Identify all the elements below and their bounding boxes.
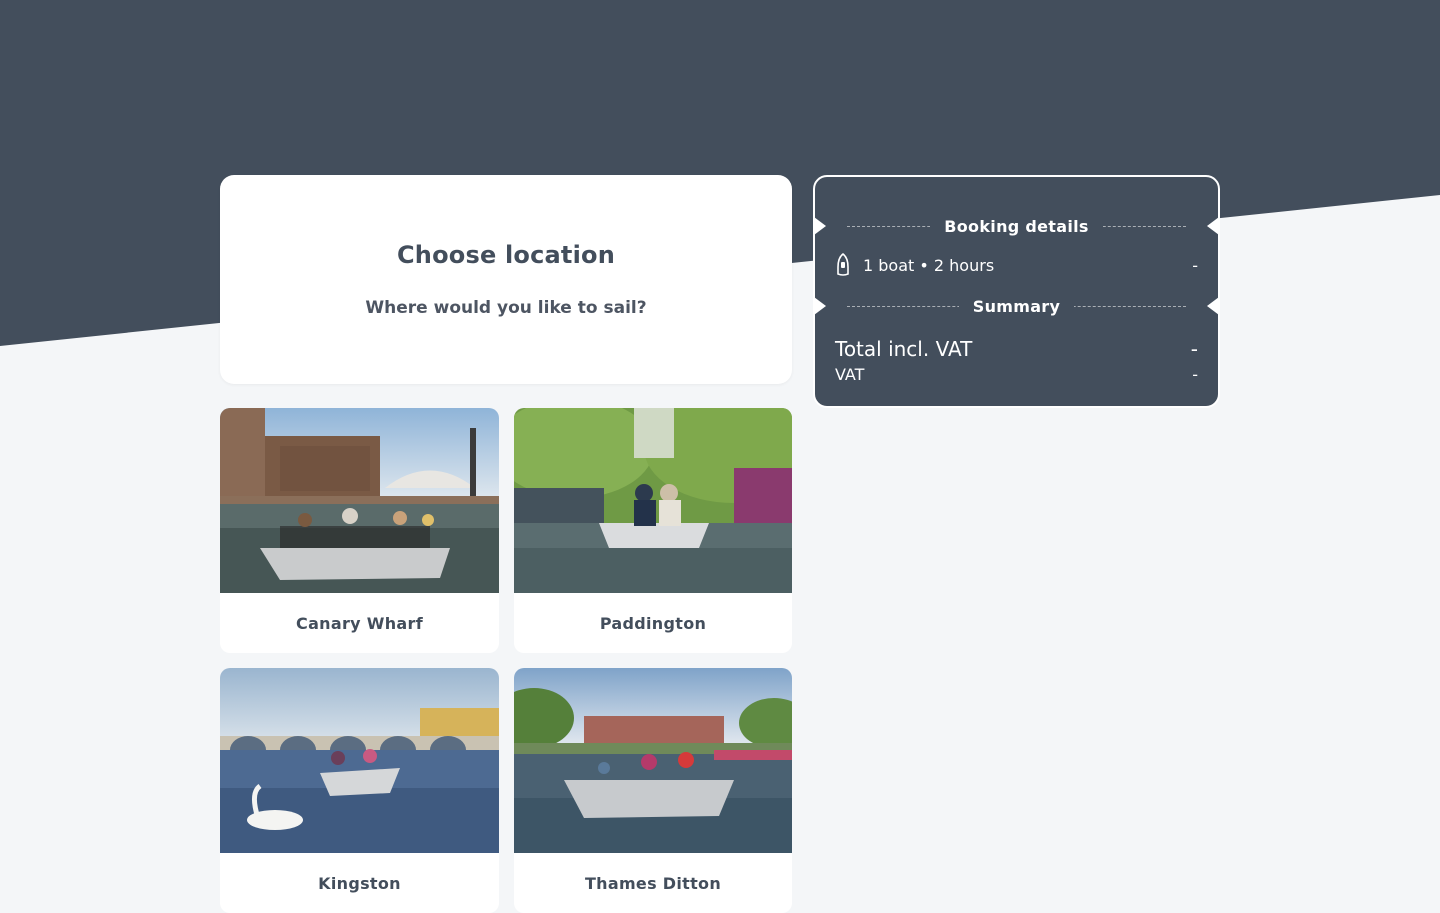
booking-line-item: 1 boat • 2 hours - — [835, 252, 1198, 277]
boat-icon — [835, 252, 851, 277]
booking-details-heading: Booking details — [930, 216, 1103, 236]
vat-label: VAT — [835, 364, 865, 384]
summary-heading: Summary — [958, 296, 1075, 316]
choose-location-card: Choose location Where would you like to … — [220, 175, 792, 384]
kingston-photo — [220, 668, 499, 853]
booking-item-price: - — [1192, 255, 1198, 275]
booking-details-divider: Booking details — [814, 215, 1219, 237]
vat-value: - — [1192, 364, 1198, 384]
total-value: - — [1190, 337, 1198, 361]
booking-item-text: 1 boat • 2 hours — [863, 255, 995, 275]
vat-row: VAT - — [835, 364, 1198, 384]
total-label: Total incl. VAT — [835, 337, 973, 361]
location-card-paddington[interactable]: Paddington — [514, 408, 792, 653]
location-card-thames-ditton[interactable]: Thames Ditton — [514, 668, 792, 913]
summary-divider: Summary — [814, 295, 1219, 317]
location-card-canary-wharf[interactable]: Canary Wharf — [220, 408, 499, 653]
location-name: Paddington — [599, 613, 707, 633]
canary-wharf-photo — [220, 408, 499, 593]
total-row: Total incl. VAT - — [835, 336, 1198, 362]
paddington-photo — [514, 408, 792, 593]
location-name: Thames Ditton — [584, 873, 722, 893]
location-card-kingston[interactable]: Kingston — [220, 668, 499, 913]
page-title: Choose location — [396, 241, 615, 269]
booking-summary-panel: Booking details 1 boat • 2 hours - Summa… — [813, 175, 1220, 408]
location-name: Canary Wharf — [296, 613, 423, 633]
location-name: Kingston — [318, 873, 401, 893]
page-subtitle: Where would you like to sail? — [365, 298, 647, 318]
thames-ditton-photo — [514, 668, 792, 853]
